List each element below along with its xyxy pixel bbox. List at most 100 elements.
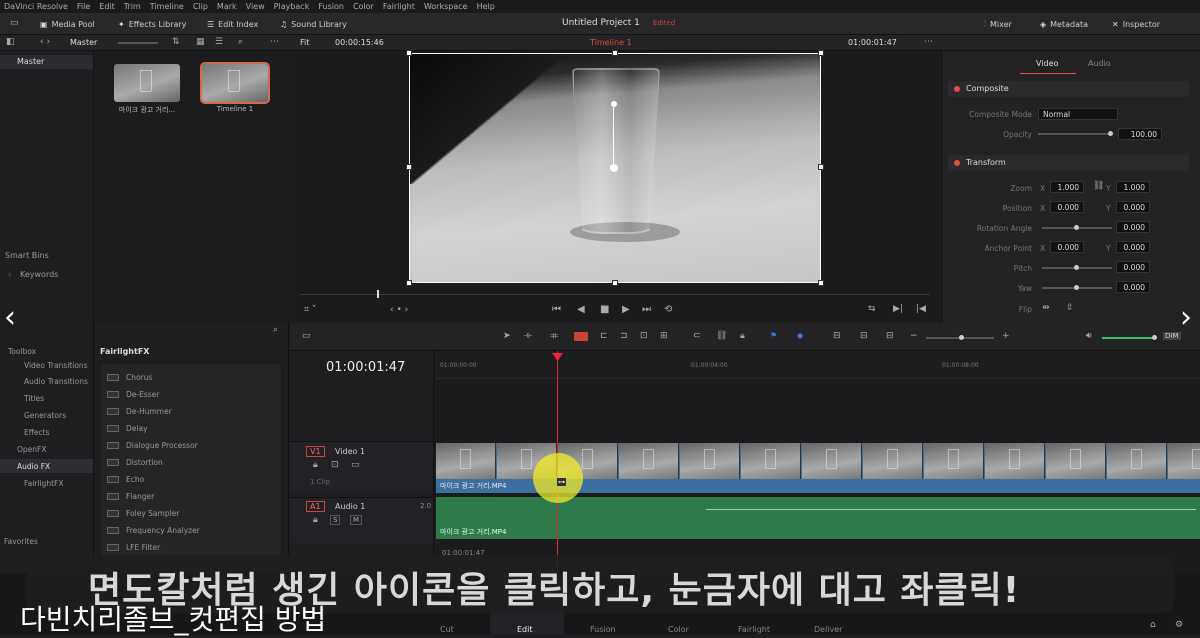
nav-arrows-icon[interactable]: ‹ › — [40, 37, 50, 47]
fx-item[interactable]: De-Esser — [107, 387, 159, 401]
page-tab-deliver[interactable]: Deliver — [814, 625, 842, 634]
rotation-knob[interactable] — [1074, 225, 1079, 230]
mute-button[interactable]: M — [350, 515, 363, 525]
timeline-thumbnail[interactable] — [200, 62, 270, 104]
prev-slide-icon[interactable]: ‹ — [4, 300, 16, 335]
transform-handle[interactable] — [612, 50, 618, 56]
flip-vertical-icon[interactable]: ⇳ — [1066, 303, 1074, 313]
menu-item[interactable]: Trim — [124, 2, 141, 11]
transform-handle[interactable] — [406, 164, 412, 170]
menu-item[interactable]: Workspace — [424, 2, 468, 11]
zoom-in-icon[interactable]: + — [1002, 331, 1010, 341]
flag-icon[interactable]: ⚑ — [770, 331, 777, 340]
selection-tool-icon[interactable]: ➤ — [503, 331, 511, 341]
transform-handle[interactable] — [406, 280, 412, 286]
tree-openfx[interactable]: OpenFX — [17, 445, 46, 454]
dynamic-trim-icon[interactable]: ⟚ — [550, 331, 559, 341]
audio-clip[interactable]: 마이크 광고 거리.MP4 — [436, 497, 1200, 539]
lock-icon[interactable]: 🔒︎ — [313, 460, 318, 470]
effects-library-button[interactable]: ✦ Effects Library — [118, 17, 186, 31]
tree-toolbox[interactable]: Toolbox — [8, 347, 36, 356]
menu-item[interactable]: Clip — [193, 2, 208, 11]
zoom-y-value[interactable]: 1.000 — [1116, 181, 1150, 193]
menu-item[interactable]: Timeline — [150, 2, 184, 11]
overwrite-icon[interactable]: ⊐ — [620, 331, 628, 341]
blade-tool-icon[interactable] — [574, 332, 588, 341]
tree-audio-transitions[interactable]: Audio Transitions — [24, 377, 88, 386]
tab-audio[interactable]: Audio — [1088, 59, 1111, 68]
home-icon[interactable]: ⌂ — [1150, 620, 1156, 630]
marker-icon[interactable]: ◆ — [797, 331, 803, 340]
scrubber-bar[interactable] — [300, 294, 930, 295]
menu-item[interactable]: Help — [477, 2, 495, 11]
timeline-selector[interactable]: Timeline 1 — [590, 38, 632, 47]
fit-to-fill-icon[interactable]: ⊞ — [660, 331, 668, 341]
in-icon[interactable]: |◀ — [916, 304, 926, 314]
opacity-slider[interactable] — [1038, 133, 1110, 135]
replace-icon[interactable]: ⊡ — [640, 331, 648, 341]
timeline-ruler[interactable]: 01:00:00:00 01:00:04:00 01:00:08:00 — [436, 351, 1200, 379]
zoom-knob[interactable] — [959, 335, 964, 340]
position-y-value[interactable]: 0.000 — [1116, 201, 1150, 213]
yaw-knob[interactable] — [1074, 285, 1079, 290]
fx-item[interactable]: LFE Filter — [107, 540, 160, 554]
fx-item[interactable]: Echo — [107, 472, 144, 486]
transform-handle[interactable] — [818, 164, 824, 170]
page-tab-cut[interactable]: Cut — [440, 625, 454, 634]
transform-tool-icon[interactable]: ⌗ ˅ — [304, 305, 316, 315]
dim-button[interactable]: DIM — [1163, 332, 1181, 340]
out-icon[interactable]: ▶| — [893, 304, 903, 314]
timeline-view-icon[interactable]: ▭ — [302, 331, 311, 341]
tree-fairlightfx[interactable]: FairlightFX — [24, 479, 63, 488]
tree-video-transitions[interactable]: Video Transitions — [24, 361, 88, 370]
fx-item[interactable]: Dialogue Processor — [107, 438, 198, 452]
fx-item[interactable]: Delay — [107, 421, 148, 435]
fx-item[interactable]: Flanger — [107, 489, 154, 503]
yaw-value[interactable]: 0.000 — [1116, 281, 1150, 293]
composite-mode-select[interactable]: Normal — [1038, 108, 1118, 120]
grid-view-icon[interactable]: ▦ — [196, 37, 205, 47]
more-icon[interactable]: ⋯ — [270, 37, 279, 47]
scrubber-playhead[interactable] — [377, 290, 379, 298]
menu-item[interactable]: Edit — [99, 2, 115, 11]
transform-handle[interactable] — [612, 280, 618, 286]
clip-thumbnail[interactable] — [114, 64, 180, 102]
viewer-more-icon[interactable]: ⋯ — [924, 37, 933, 47]
thumb-size-slider[interactable] — [118, 42, 158, 44]
anchor-y-value[interactable]: 0.000 — [1116, 241, 1150, 253]
rotation-handle[interactable] — [611, 101, 617, 107]
first-frame-icon[interactable]: ⏮ — [552, 304, 561, 315]
insert-icon[interactable]: ⊏ — [600, 331, 608, 341]
loop-icon[interactable]: ⟲ — [664, 304, 672, 315]
tree-titles[interactable]: Titles — [24, 394, 44, 403]
bin-master[interactable]: Master — [17, 57, 44, 66]
transform-handle[interactable] — [818, 50, 824, 56]
zoom-custom-icon[interactable]: ⊟ — [886, 331, 894, 341]
menu-item[interactable]: DaVinci Resolve — [4, 2, 68, 11]
search-icon[interactable]: ⌕ — [238, 37, 243, 47]
metadata-button[interactable]: ◈ Metadata — [1040, 17, 1088, 31]
menu-item[interactable]: File — [77, 2, 90, 11]
page-tab-fairlight[interactable]: Fairlight — [738, 625, 770, 634]
lock-icon[interactable]: 🔒︎ — [313, 515, 318, 525]
volume-knob[interactable] — [1152, 335, 1157, 340]
volume-icon[interactable]: 🔊︎ — [1086, 331, 1092, 341]
list-view-icon[interactable]: ☰ — [215, 37, 223, 47]
rotation-value[interactable]: 0.000 — [1116, 221, 1150, 233]
zoom-full-icon[interactable]: ⊟ — [833, 331, 841, 341]
edit-index-button[interactable]: ☰ Edit Index — [207, 17, 258, 31]
enable-toggle-icon[interactable] — [954, 160, 960, 166]
page-tab-color[interactable]: Color — [668, 625, 689, 634]
link-icon[interactable]: ⛓ — [716, 331, 727, 341]
menu-item[interactable]: Mark — [217, 2, 237, 11]
a1-track-label[interactable]: A1 — [306, 501, 325, 512]
tree-generators[interactable]: Generators — [24, 411, 66, 420]
menu-item[interactable]: Color — [353, 2, 374, 11]
zoom-fit-select[interactable]: Fit — [300, 38, 309, 47]
mixer-button[interactable]: ⫶ Mixer — [984, 17, 1012, 31]
zoom-x-value[interactable]: 1.000 — [1050, 181, 1084, 193]
transform-handle[interactable] — [818, 280, 824, 286]
center-handle[interactable] — [610, 164, 618, 172]
sound-library-button[interactable]: ♫ Sound Library — [280, 17, 347, 31]
enable-toggle-icon[interactable] — [954, 86, 960, 92]
